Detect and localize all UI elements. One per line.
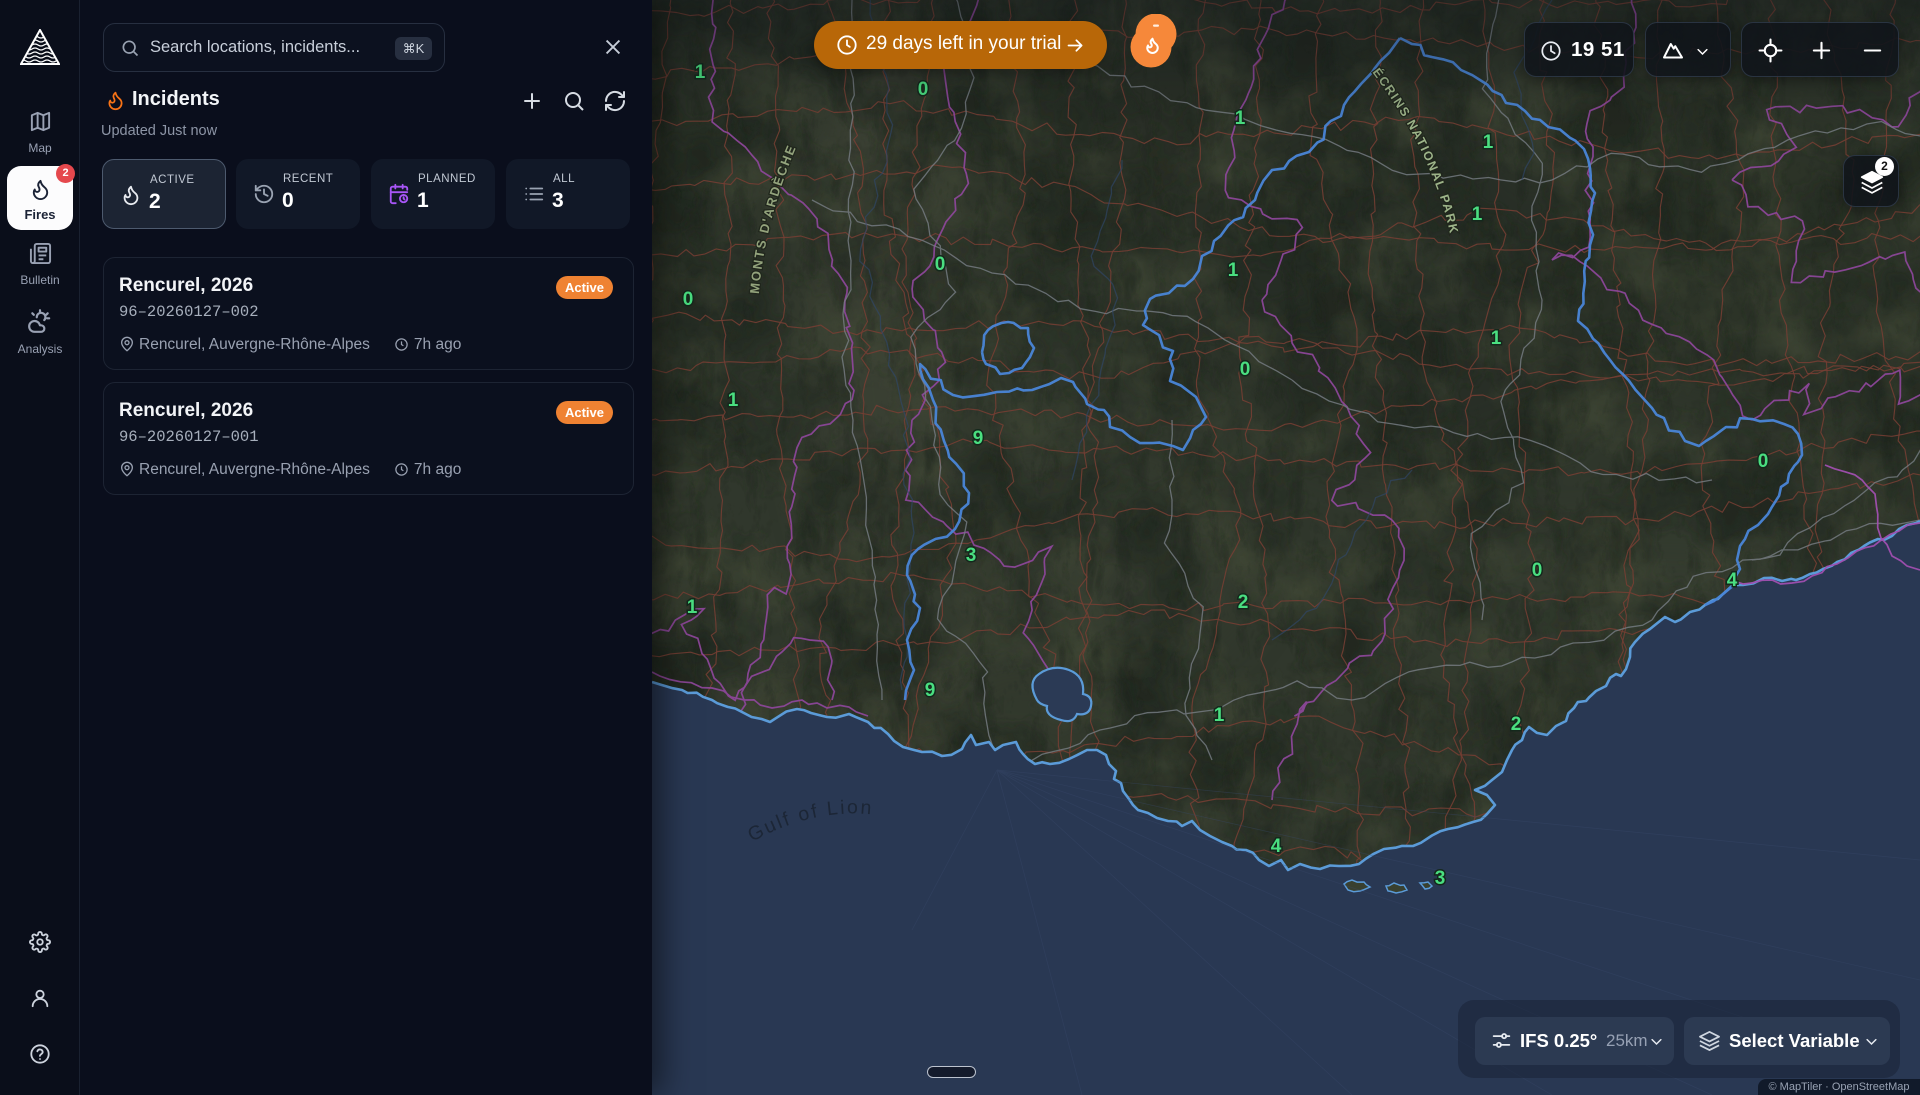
svg-text:1: 1 bbox=[687, 597, 698, 618]
svg-text:0: 0 bbox=[683, 289, 694, 310]
svg-text:0: 0 bbox=[1758, 451, 1769, 472]
svg-text:0: 0 bbox=[1532, 560, 1543, 581]
svg-text:3: 3 bbox=[966, 545, 977, 566]
svg-text:1: 1 bbox=[1491, 328, 1502, 349]
svg-text:2: 2 bbox=[1238, 592, 1249, 613]
svg-text:1: 1 bbox=[1483, 132, 1494, 153]
svg-text:9: 9 bbox=[973, 428, 984, 449]
svg-text:0: 0 bbox=[1240, 359, 1251, 380]
svg-text:3: 3 bbox=[1435, 868, 1446, 889]
svg-text:9: 9 bbox=[925, 680, 936, 701]
svg-text:1: 1 bbox=[1472, 204, 1483, 225]
svg-text:1: 1 bbox=[728, 390, 739, 411]
svg-text:0: 0 bbox=[935, 254, 946, 275]
svg-text:2: 2 bbox=[1511, 714, 1522, 735]
svg-text:1: 1 bbox=[1214, 705, 1225, 726]
svg-text:1: 1 bbox=[1228, 260, 1239, 281]
svg-text:4: 4 bbox=[1271, 836, 1282, 857]
svg-text:4: 4 bbox=[1727, 570, 1738, 591]
